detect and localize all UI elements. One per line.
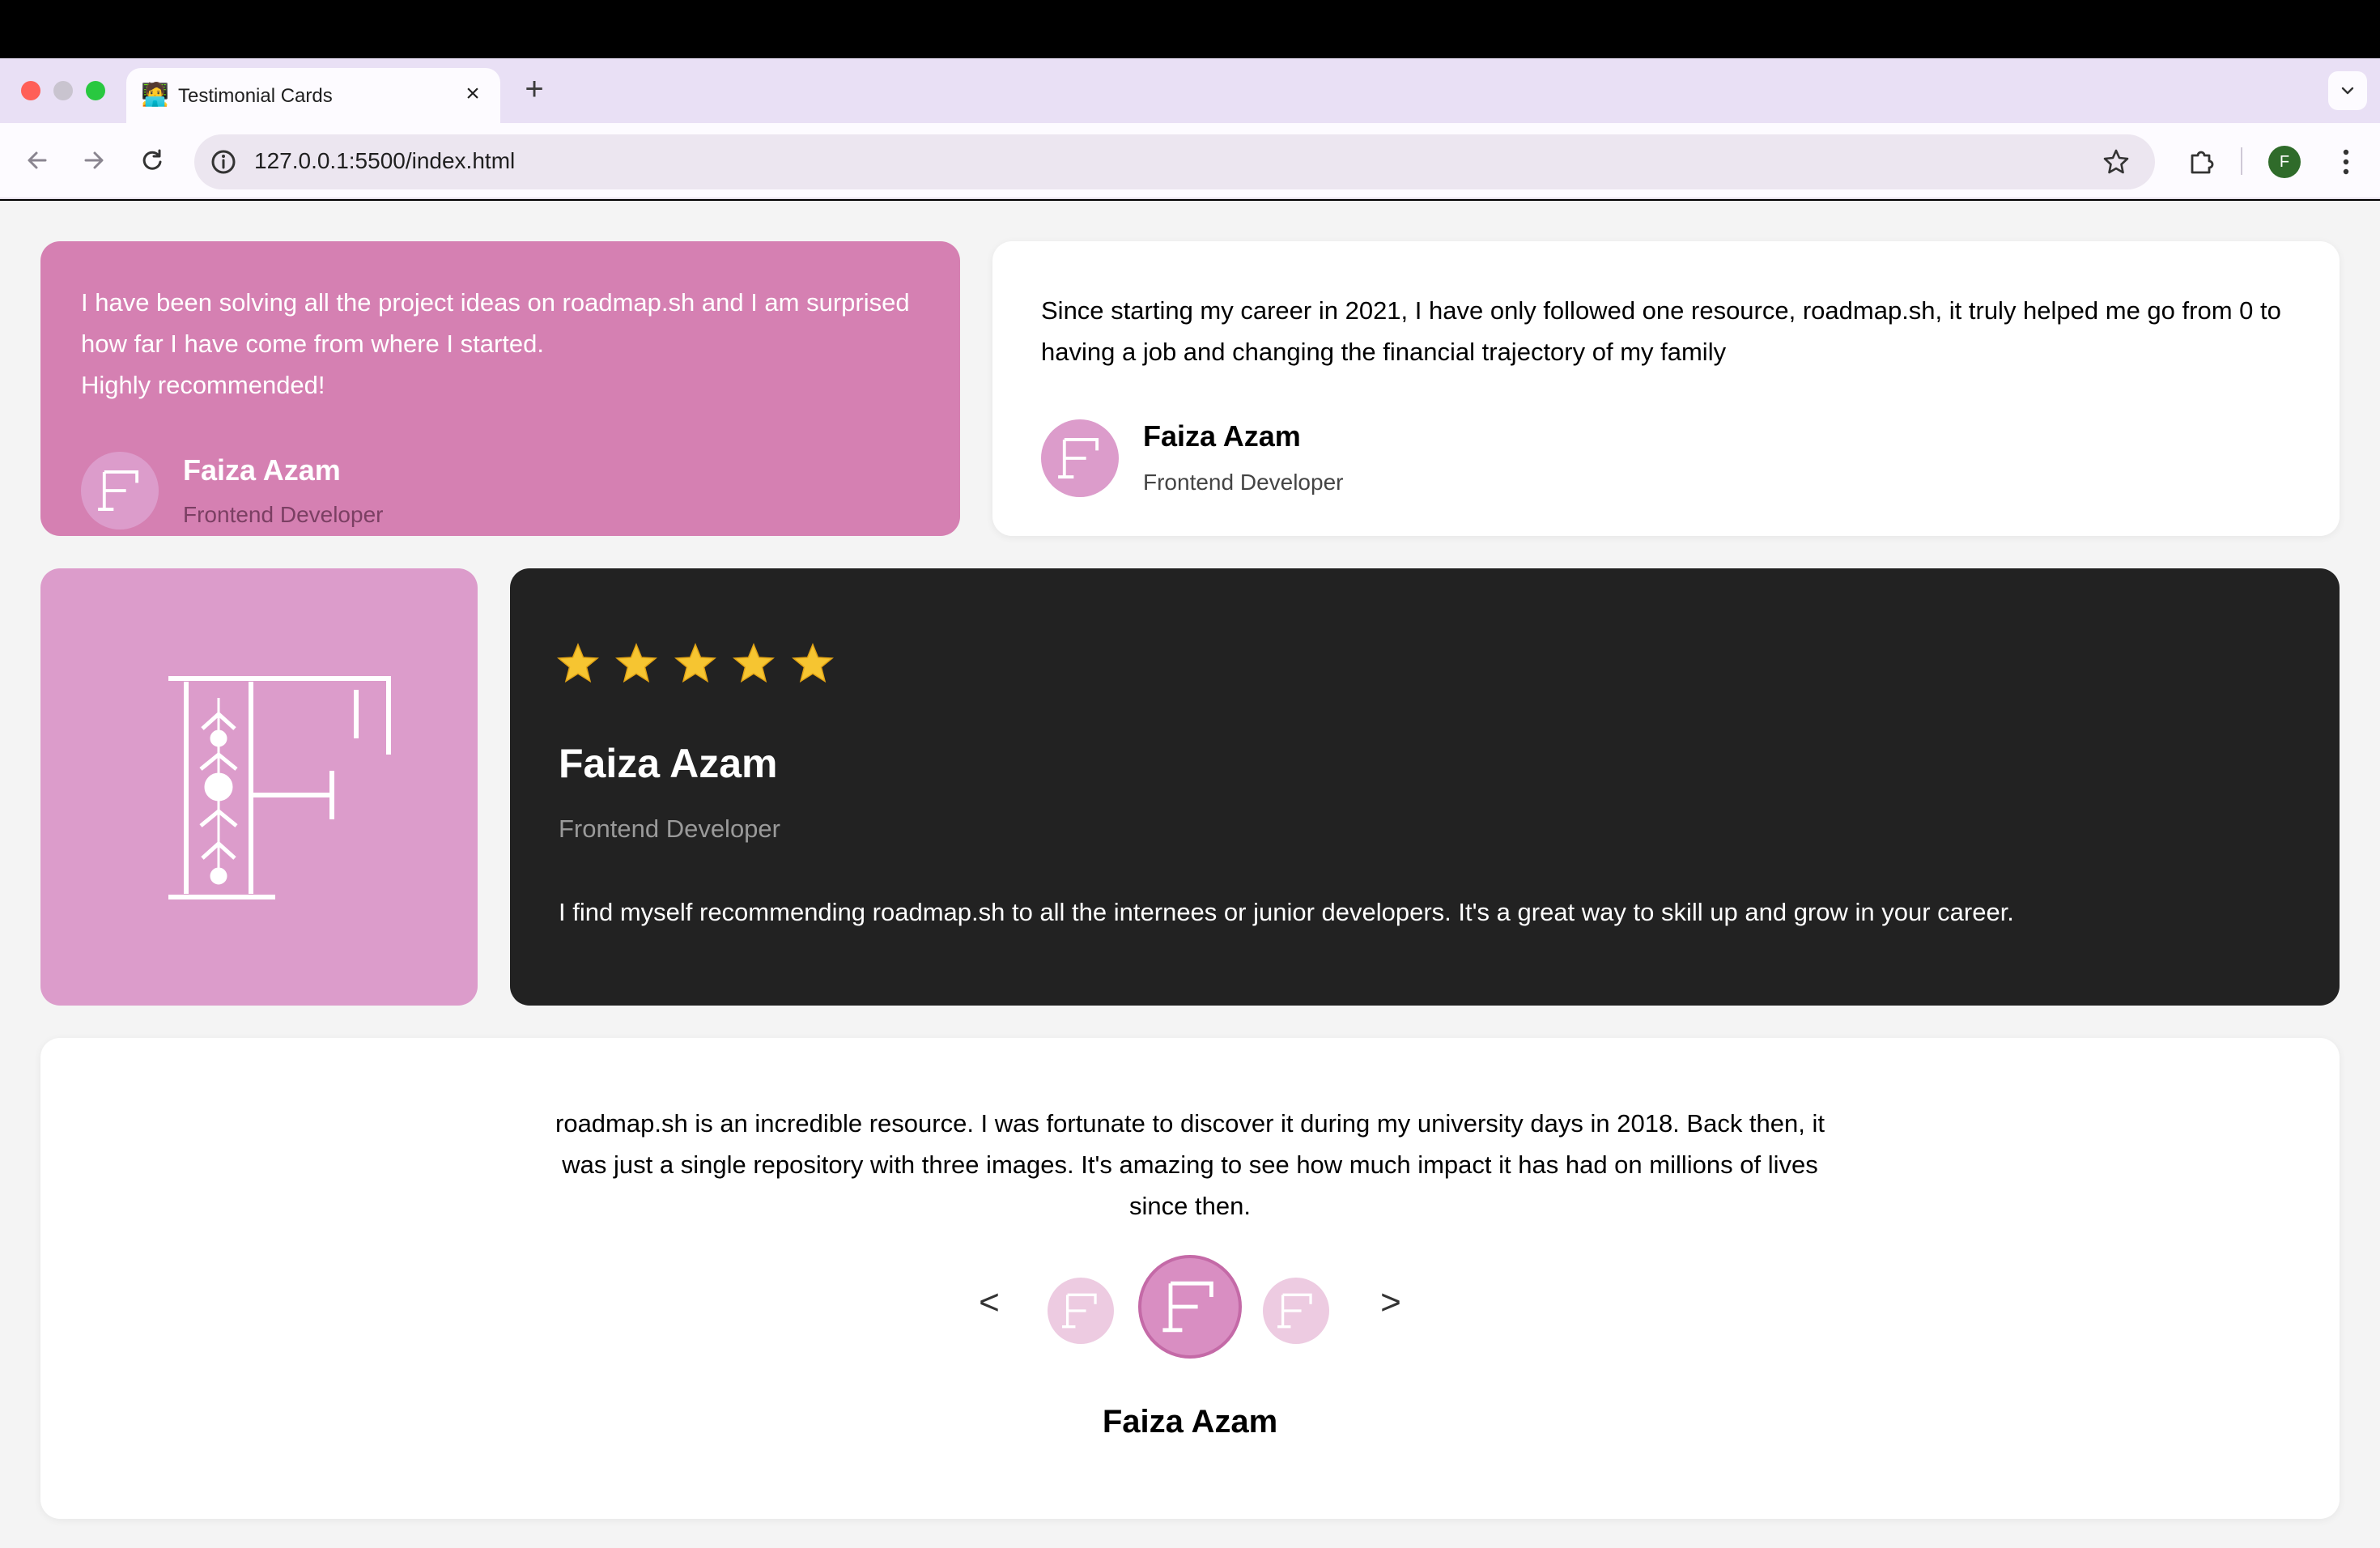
letter-f-icon	[1277, 1293, 1312, 1329]
star-icon	[733, 643, 776, 683]
carousel-next-button[interactable]: >	[1375, 1282, 1407, 1323]
forward-icon[interactable]	[78, 144, 110, 176]
close-tab-icon[interactable]: ×	[458, 79, 487, 108]
tab-title: Testimonial Cards	[178, 85, 333, 107]
site-info-icon[interactable]	[207, 146, 240, 178]
tab-search-button[interactable]	[2328, 71, 2367, 110]
address-bar[interactable]: 127.0.0.1:5500/index.html	[194, 134, 2155, 189]
author-name: Faiza Azam	[559, 741, 778, 786]
author-name: Faiza Azam	[1143, 419, 1301, 453]
star-icon	[615, 643, 658, 683]
chevron-down-icon	[2341, 87, 2354, 95]
letter-f-icon	[98, 470, 139, 511]
bookmark-star-icon[interactable]	[2100, 146, 2132, 178]
testimonial-card-pink: I have been solving all the project idea…	[40, 241, 960, 536]
author-photo-card	[40, 568, 478, 1006]
star-icon	[557, 643, 599, 683]
more-options-icon[interactable]	[2330, 144, 2362, 180]
author-name: Faiza Azam	[1102, 1404, 1278, 1440]
testimonial-card-white: Since starting my career in 2021, I have…	[992, 241, 2340, 536]
letter-f-icon	[1062, 1293, 1097, 1329]
os-menubar	[0, 0, 2380, 58]
browser-tab[interactable]: 🧑‍💻 Testimonial Cards ×	[126, 68, 500, 123]
tab-favicon-icon: 🧑‍💻	[141, 82, 169, 107]
minimize-window-button[interactable]	[53, 81, 73, 100]
carousel-avatar-active[interactable]	[1138, 1255, 1242, 1359]
letter-f-icon	[1058, 438, 1099, 478]
testimonial-carousel-card: roadmap.sh is an incredible resource. I …	[40, 1038, 2340, 1519]
author-role: Frontend Developer	[183, 502, 384, 527]
star-icon	[791, 643, 834, 683]
carousel-avatar-next[interactable]	[1263, 1278, 1329, 1344]
page-viewport: I have been solving all the project idea…	[0, 201, 2380, 1548]
testimonial-quote: Since starting my career in 2021, I have…	[1041, 296, 2281, 366]
testimonial-quote: I have been solving all the project idea…	[81, 288, 910, 399]
back-icon[interactable]	[21, 144, 53, 176]
new-tab-icon[interactable]: +	[518, 73, 550, 105]
letter-f-icon	[1162, 1281, 1213, 1333]
author-role: Frontend Developer	[1143, 470, 1344, 495]
carousel-avatar-prev[interactable]	[1048, 1278, 1114, 1344]
toolbar-divider	[2241, 147, 2242, 175]
testimonial-quote: I find myself recommending roadmap.sh to…	[559, 898, 2014, 926]
author-name: Faiza Azam	[183, 453, 341, 487]
rating-stars	[555, 641, 845, 690]
maximize-window-button[interactable]	[86, 81, 105, 100]
author-avatar	[81, 452, 159, 529]
reload-icon[interactable]	[136, 144, 168, 176]
author-role: Frontend Developer	[559, 814, 780, 843]
star-icon	[674, 643, 716, 683]
url-text[interactable]: 127.0.0.1:5500/index.html	[254, 148, 515, 174]
decorative-letter-f-icon	[168, 676, 391, 899]
author-avatar	[1041, 419, 1119, 497]
profile-avatar[interactable]: F	[2268, 146, 2301, 178]
carousel-prev-button[interactable]: <	[973, 1282, 1005, 1323]
close-window-button[interactable]	[21, 81, 40, 100]
testimonial-card-dark: Faiza Azam Frontend Developer I find mys…	[510, 568, 2340, 1006]
extensions-icon[interactable]	[2184, 144, 2220, 180]
testimonial-quote: roadmap.sh is an incredible resource. I …	[555, 1109, 1825, 1220]
